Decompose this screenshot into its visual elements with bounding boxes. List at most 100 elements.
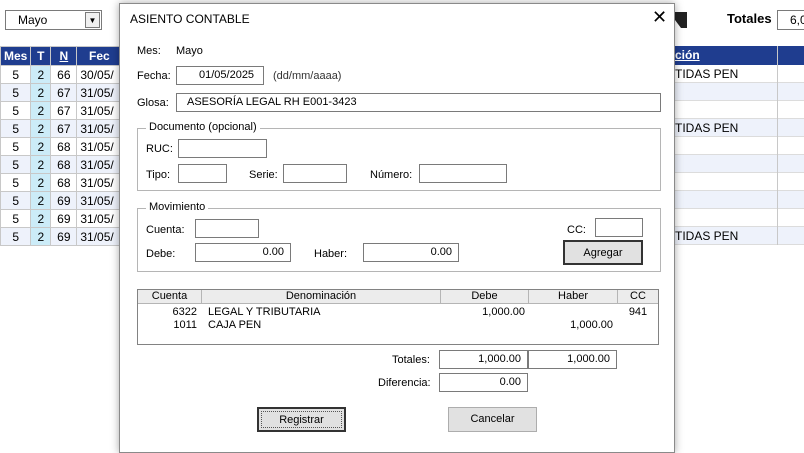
cell-mes: 5	[0, 191, 32, 210]
registrar-button[interactable]: Registrar	[257, 407, 346, 432]
table-row[interactable]: 5 2 68 31/05/	[0, 137, 123, 156]
chevron-down-icon[interactable]: ▼	[85, 12, 100, 28]
cell-mes: 5	[0, 83, 32, 102]
totales-haber: 1,000.00	[528, 350, 617, 369]
table-row[interactable]: 5 2 69 31/05/	[0, 191, 123, 210]
dialog-title: ASIENTO CONTABLE	[130, 12, 250, 26]
table-row[interactable]: 5 2 68 31/05/	[0, 173, 123, 192]
grid-cell-cuenta: 6322	[172, 306, 197, 318]
close-icon[interactable]: ✕	[652, 8, 667, 26]
table-row-right[interactable]	[675, 155, 804, 173]
totales-debe: 1,000.00	[439, 350, 528, 369]
table-row-right[interactable]	[675, 173, 804, 191]
grid-row[interactable]: 1011 CAJA PEN 1,000.00	[138, 319, 658, 332]
cell-fecha: 31/05/	[76, 209, 123, 228]
cell-t: 2	[30, 65, 52, 84]
cc-label: CC:	[567, 224, 586, 236]
cell-fecha: 31/05/	[76, 83, 123, 102]
mes-label: Mes:	[137, 45, 161, 57]
cell-fecha: 31/05/	[76, 173, 123, 192]
glosa-label: Glosa:	[137, 97, 169, 109]
cell-n: 67	[50, 119, 78, 138]
table-row[interactable]: 5 2 67 31/05/	[0, 101, 123, 120]
table-row-right[interactable]	[675, 101, 804, 119]
cell-t: 2	[30, 83, 52, 102]
col-mes[interactable]: Mes	[0, 46, 32, 66]
cell-n: 69	[50, 209, 78, 228]
table-row[interactable]: 5 2 67 31/05/	[0, 83, 123, 102]
tipo-label: Tipo:	[146, 169, 171, 181]
cell-n: 67	[50, 83, 78, 102]
totales-label: Totales:	[392, 354, 430, 366]
cell-n: 69	[50, 227, 78, 246]
col-t[interactable]: T	[30, 46, 52, 66]
diferencia-label: Diferencia:	[378, 377, 431, 389]
cell-mes: 5	[0, 173, 32, 192]
table-row-right[interactable]	[675, 209, 804, 227]
cell-n: 68	[50, 137, 78, 156]
cell-mes: 5	[0, 155, 32, 174]
table-row-right[interactable]: TIDAS PEN	[675, 119, 804, 137]
cell-t: 2	[30, 155, 52, 174]
debe-input[interactable]: 0.00	[195, 243, 291, 262]
serie-input[interactable]	[283, 164, 347, 183]
grid-col-debe[interactable]: Debe	[441, 290, 528, 302]
fecha-label: Fecha:	[137, 70, 171, 82]
agregar-button[interactable]: Agregar	[563, 240, 643, 265]
cell-mes: 5	[0, 101, 32, 120]
grid-cell-denominacion: CAJA PEN	[208, 319, 262, 331]
haber-label: Haber:	[314, 248, 348, 260]
cancelar-button[interactable]: Cancelar	[448, 407, 537, 432]
cc-input[interactable]	[595, 218, 643, 237]
tipo-input[interactable]	[178, 164, 227, 183]
month-dropdown-value: Mayo	[18, 13, 48, 27]
cell-fecha: 31/05/	[76, 227, 123, 246]
col-n[interactable]: N	[50, 46, 78, 66]
entries-table: Mes T N Fec 5 2 66 30/05/5 2 67 31/05/5 2 67 31/0…	[0, 46, 123, 246]
table-row-right[interactable]	[675, 83, 804, 101]
table-row-right[interactable]	[675, 137, 804, 155]
table-row-right[interactable]: TIDAS PEN	[675, 227, 804, 245]
grid-col-cuenta[interactable]: Cuenta	[138, 290, 201, 302]
fecha-hint: (dd/mm/aaaa)	[273, 70, 342, 82]
cell-t: 2	[30, 119, 52, 138]
cell-n: 68	[50, 155, 78, 174]
col-fecha[interactable]: Fec	[76, 46, 123, 66]
cell-fecha: 31/05/	[76, 155, 123, 174]
month-dropdown[interactable]: Mayo ▼	[5, 10, 102, 30]
fecha-input[interactable]: 01/05/2025	[176, 66, 264, 85]
table-row-right[interactable]: TIDAS PEN	[675, 65, 804, 83]
haber-input[interactable]: 0.00	[363, 243, 459, 262]
table-row[interactable]: 5 2 66 30/05/	[0, 65, 123, 84]
movements-grid: Cuenta Denominación Debe Haber CC 6322 LE…	[137, 289, 659, 345]
ruc-input[interactable]	[178, 139, 267, 158]
table-row-right[interactable]	[675, 191, 804, 209]
cell-descripcion: TIDAS PEN	[675, 229, 739, 243]
grid-row[interactable]: 6322 LEGAL Y TRIBUTARIA 1,000.00 941	[138, 306, 658, 319]
numero-label: Número:	[370, 169, 413, 181]
grid-col-denominacion[interactable]: Denominación	[202, 290, 440, 302]
cell-n: 67	[50, 101, 78, 120]
entries-table-right: ción TIDAS PEN TIDAS PEN TIDAS PEN	[675, 46, 804, 245]
table-row[interactable]: 5 2 67 31/05/	[0, 119, 123, 138]
asiento-contable-dialog: ASIENTO CONTABLE ✕ Mes: Mayo Fecha: 01/0…	[119, 3, 675, 453]
table-row[interactable]: 5 2 69 31/05/	[0, 227, 123, 246]
serie-label: Serie:	[249, 169, 278, 181]
cell-t: 2	[30, 173, 52, 192]
col-descripcion[interactable]: ción	[675, 46, 804, 65]
table-row[interactable]: 5 2 68 31/05/	[0, 155, 123, 174]
glosa-input[interactable]: ASESORÍA LEGAL RH E001-3423	[176, 93, 661, 112]
cell-mes: 5	[0, 137, 32, 156]
documento-legend: Documento (opcional)	[146, 121, 260, 133]
cell-t: 2	[30, 101, 52, 120]
numero-input[interactable]	[419, 164, 507, 183]
debe-label: Debe:	[146, 248, 176, 260]
partial-icon	[675, 12, 687, 28]
cuenta-input[interactable]	[195, 219, 259, 238]
grid-col-cc[interactable]: CC	[618, 290, 658, 302]
table-row[interactable]: 5 2 69 31/05/	[0, 209, 123, 228]
grid-cell-denominacion: LEGAL Y TRIBUTARIA	[208, 306, 321, 318]
totals-value: 6,0	[777, 10, 804, 30]
grid-col-haber[interactable]: Haber	[529, 290, 617, 302]
cell-fecha: 31/05/	[76, 119, 123, 138]
